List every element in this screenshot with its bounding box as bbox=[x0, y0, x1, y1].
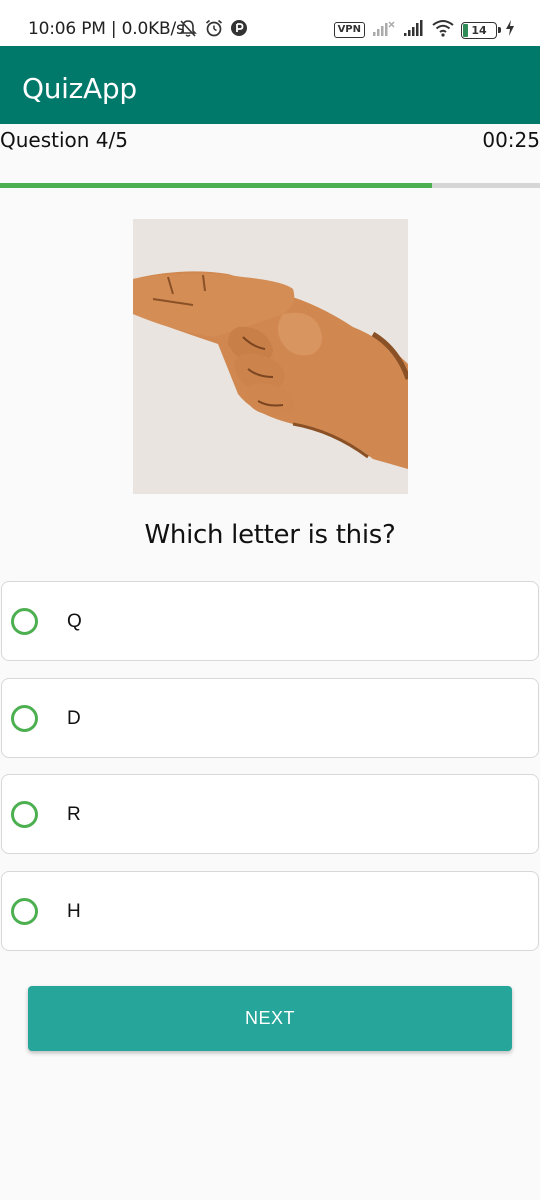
app-bar: QuizApp bbox=[0, 46, 540, 124]
alarm-icon bbox=[204, 18, 224, 43]
bell-off-icon bbox=[178, 18, 198, 43]
question-text: Which letter is this? bbox=[144, 520, 396, 550]
app-title: QuizApp bbox=[22, 72, 137, 105]
option-d[interactable]: D bbox=[1, 678, 539, 758]
app-notification-icon bbox=[230, 19, 248, 42]
radio-button[interactable] bbox=[11, 898, 38, 925]
status-icons-left bbox=[178, 19, 248, 41]
radio-button[interactable] bbox=[11, 705, 38, 732]
timer: 00:25 bbox=[482, 128, 540, 152]
option-q[interactable]: Q bbox=[1, 581, 539, 661]
wifi-icon bbox=[432, 19, 454, 42]
option-r[interactable]: R bbox=[1, 774, 539, 854]
option-label: Q bbox=[67, 611, 82, 632]
next-button[interactable]: NEXT bbox=[28, 986, 512, 1051]
hand-sign-icon bbox=[133, 219, 408, 494]
battery-icon: 14 bbox=[461, 21, 501, 39]
option-h[interactable]: H bbox=[1, 871, 539, 951]
battery-level: 14 bbox=[471, 23, 487, 37]
status-icons-right: VPN 14 bbox=[333, 19, 516, 42]
progress-bar bbox=[0, 183, 540, 188]
option-label: H bbox=[67, 901, 81, 922]
signal-nosim-icon bbox=[372, 19, 396, 42]
status-time: 10:06 PM | 0.0KB/s bbox=[28, 19, 185, 39]
status-bar: 10:06 PM | 0.0KB/s VPN 14 bbox=[0, 0, 540, 46]
progress-fill bbox=[0, 183, 432, 188]
radio-button[interactable] bbox=[11, 801, 38, 828]
radio-button[interactable] bbox=[11, 608, 38, 635]
vpn-badge: VPN bbox=[333, 22, 365, 38]
signal-icon bbox=[403, 19, 425, 42]
option-label: R bbox=[67, 804, 81, 825]
question-counter: Question 4/5 bbox=[0, 128, 128, 152]
charging-bolt-icon bbox=[504, 19, 516, 42]
option-label: D bbox=[67, 708, 81, 729]
